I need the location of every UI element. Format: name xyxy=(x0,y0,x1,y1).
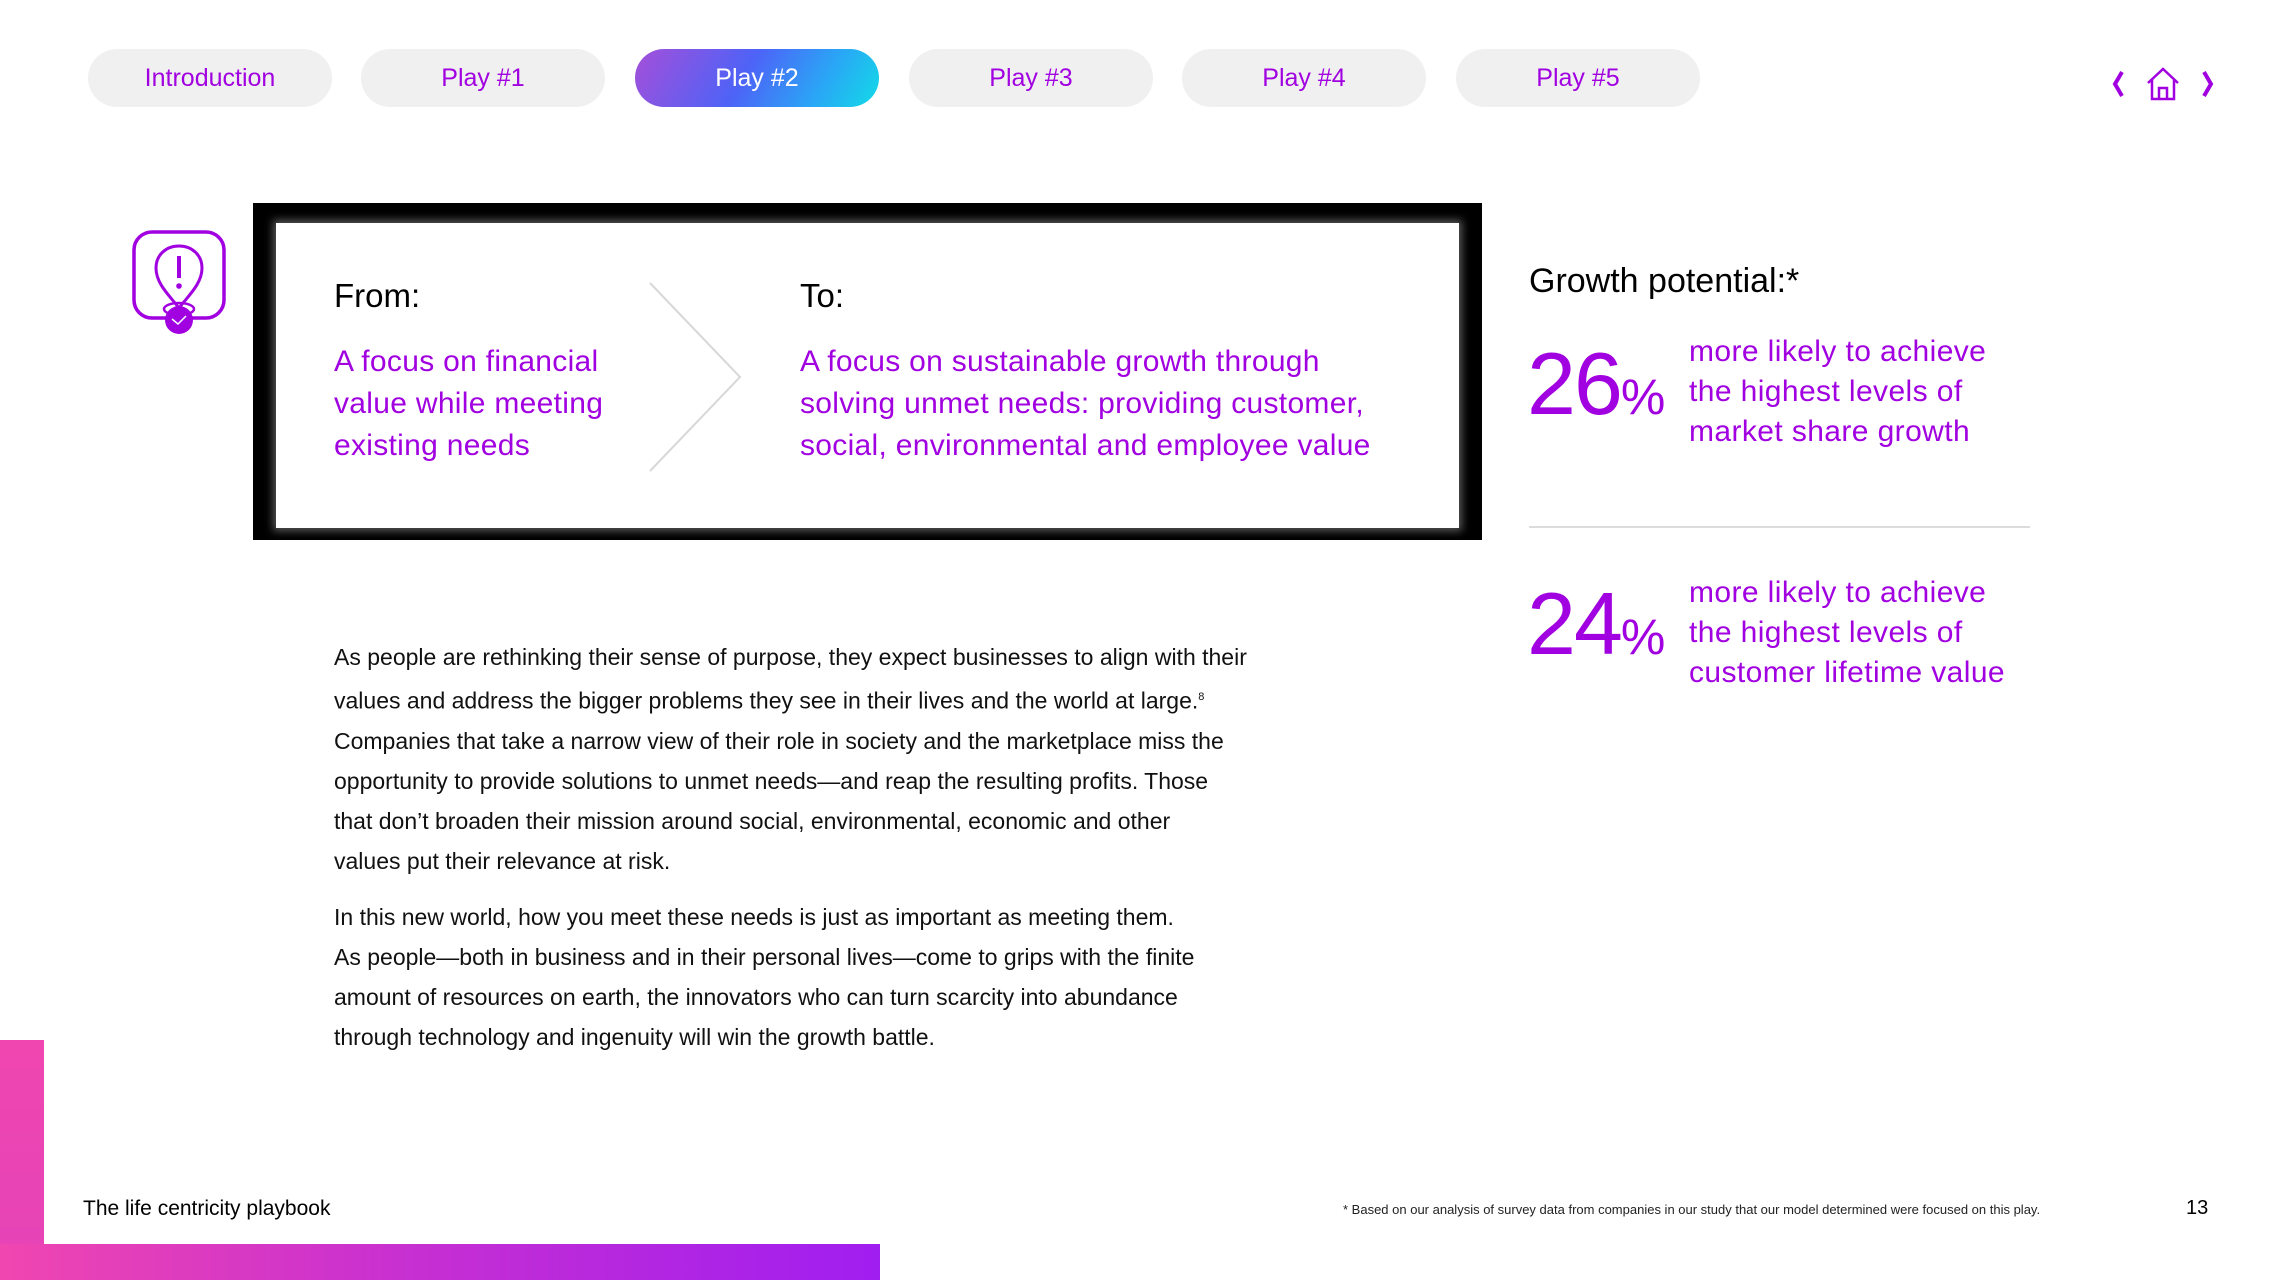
body-line: As people are rethinking their sense of … xyxy=(334,644,1247,670)
to-label: To: xyxy=(800,277,845,314)
location-alert-check-icon xyxy=(130,228,228,336)
footer-accent-bar-horizontal xyxy=(0,1244,880,1280)
to-line: social, environmental and employee value xyxy=(800,429,1371,462)
body-line-text: values and address the bigger problems t… xyxy=(334,687,1199,714)
stat-unit: % xyxy=(1620,609,1666,665)
tab-play-1[interactable]: Play #1 xyxy=(361,49,605,107)
stat-line: the highest levels of xyxy=(1689,616,1963,649)
chevron-right-icon xyxy=(2202,70,2214,98)
next-page-button[interactable] xyxy=(2196,62,2220,106)
from-line: existing needs xyxy=(334,429,530,462)
stat-26-description: more likely to achieve the highest level… xyxy=(1689,332,1986,452)
chevron-arrow-icon xyxy=(649,282,742,472)
home-icon xyxy=(2147,67,2179,101)
to-description: A focus on sustainable growth through so… xyxy=(800,341,1371,467)
body-paragraph-1: As people are rethinking their sense of … xyxy=(334,637,1247,881)
to-line: solving unmet needs: providing customer, xyxy=(800,387,1364,420)
body-line: that don’t broaden their mission around … xyxy=(334,807,1171,834)
body-line: As people—both in business and in their … xyxy=(334,944,1195,970)
tab-label: Play #3 xyxy=(989,63,1073,92)
tab-play-4[interactable]: Play #4 xyxy=(1182,49,1426,107)
stat-line: market share growth xyxy=(1689,415,1971,448)
tab-label: Play #1 xyxy=(441,63,525,92)
body-line: values put their relevance at risk. xyxy=(334,847,671,874)
tab-introduction[interactable]: Introduction xyxy=(88,49,332,107)
body-line: values and address the bigger problems t… xyxy=(334,677,1247,721)
stat-value: 26% xyxy=(1527,340,1665,428)
stat-unit: % xyxy=(1620,369,1666,425)
to-line: A focus on sustainable growth through xyxy=(800,345,1320,378)
body-line: In this new world, how you meet these ne… xyxy=(334,904,1174,930)
body-line: amount of resources on earth, the innova… xyxy=(334,984,1178,1010)
stat-24-description: more likely to achieve the highest level… xyxy=(1689,573,2005,693)
stat-line: more likely to achieve xyxy=(1689,335,1987,368)
from-line: value while meeting xyxy=(334,387,604,420)
tab-label: Play #2 xyxy=(715,63,799,92)
body-line: through technology and ingenuity will wi… xyxy=(334,1024,935,1050)
tab-play-3[interactable]: Play #3 xyxy=(909,49,1153,107)
tab-play-2[interactable]: Play #2 xyxy=(635,49,879,107)
tab-play-5[interactable]: Play #5 xyxy=(1456,49,1700,107)
tab-label: Introduction xyxy=(144,63,276,92)
previous-page-button[interactable] xyxy=(2106,62,2130,106)
document-title: The life centricity playbook xyxy=(83,1197,331,1220)
from-to-panel: From: A focus on financial value while m… xyxy=(276,223,1459,528)
from-label: From: xyxy=(334,277,421,314)
body-line: Companies that take a narrow view of the… xyxy=(334,727,1224,754)
home-button[interactable] xyxy=(2143,62,2183,106)
body-line: opportunity to provide solutions to unme… xyxy=(334,767,1209,794)
stat-line: customer lifetime value xyxy=(1689,656,2005,689)
page-number: 13 xyxy=(2186,1197,2209,1219)
footnote-ref[interactable]: 8 xyxy=(1198,691,1204,703)
stat-divider xyxy=(1529,526,2030,528)
tab-label: Play #4 xyxy=(1262,63,1346,92)
body-paragraph-2: In this new world, how you meet these ne… xyxy=(334,897,1194,1057)
stat-24: 24% xyxy=(1527,580,1665,668)
stat-line: the highest levels of xyxy=(1689,375,1963,408)
footnote: * Based on our analysis of survey data f… xyxy=(1343,1202,2041,1217)
stat-number: 26 xyxy=(1527,334,1623,433)
chevron-left-icon xyxy=(2112,70,2124,98)
stat-number: 24 xyxy=(1527,574,1623,673)
from-line: A focus on financial xyxy=(334,345,599,378)
from-description: A focus on financial value while meeting… xyxy=(334,341,603,467)
stat-line: more likely to achieve xyxy=(1689,576,1987,609)
stat-26: 26% xyxy=(1527,340,1665,428)
tab-label: Play #5 xyxy=(1536,63,1620,92)
stat-value: 24% xyxy=(1527,580,1665,668)
growth-title: Growth potential:* xyxy=(1529,262,1800,300)
